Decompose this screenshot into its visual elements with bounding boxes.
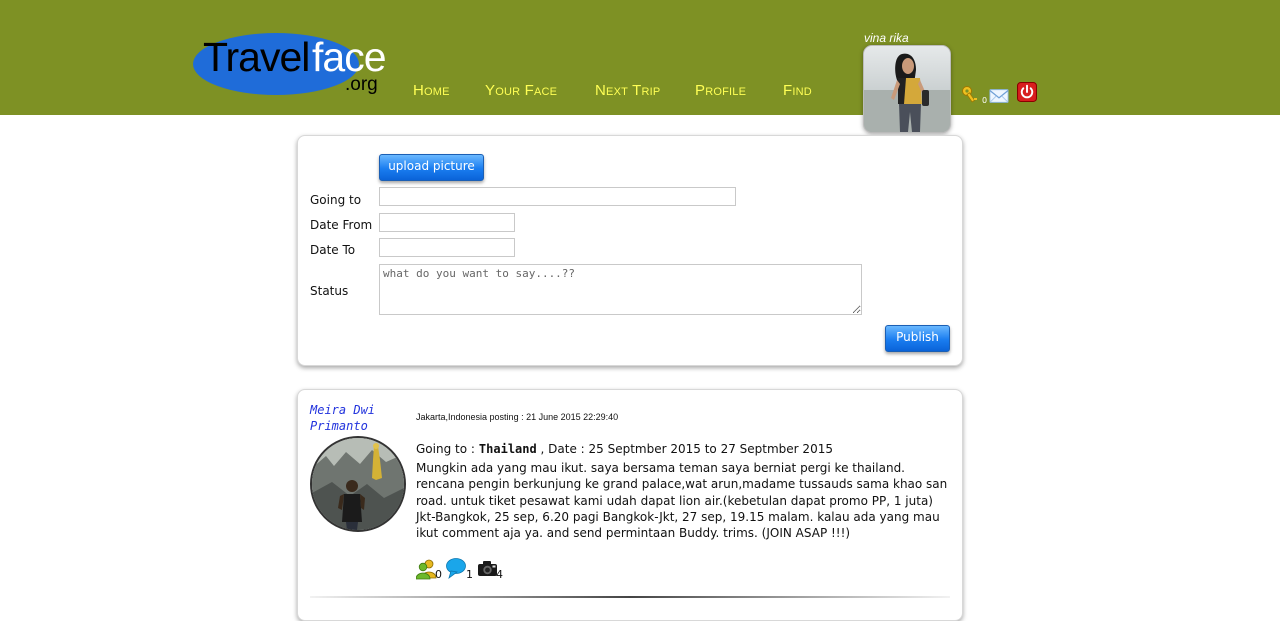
comments-count: 1	[466, 568, 473, 581]
key-count: 0	[982, 96, 988, 105]
nav-find[interactable]: Find	[783, 82, 812, 99]
photos-count: 4	[496, 568, 503, 581]
date-from-label: Date From	[310, 218, 373, 232]
going-to-input[interactable]	[379, 187, 736, 206]
post-author-name[interactable]: Meira Dwi Primanto	[310, 402, 390, 434]
post-meta: Jakarta,Indonesia posting : 21 June 2015…	[416, 412, 619, 422]
nav-profile[interactable]: Profile	[695, 82, 746, 99]
key-icon[interactable]	[961, 84, 981, 104]
mail-icon[interactable]	[989, 86, 1009, 106]
date-from-input[interactable]	[379, 213, 515, 232]
current-user-avatar[interactable]	[863, 45, 951, 133]
status-textarea[interactable]	[379, 264, 862, 315]
status-label: Status	[310, 284, 349, 298]
upload-picture-button[interactable]: upload picture	[379, 154, 484, 181]
nav-your-face[interactable]: Your Face	[485, 82, 557, 99]
logo-text-travel: Travel	[203, 34, 310, 80]
nav-home[interactable]: Home	[413, 82, 450, 99]
site-header: Travel face .org Home Your Face Next Tri…	[0, 0, 1280, 133]
going-to-label: Going to	[310, 193, 362, 207]
avatar-photo	[864, 46, 950, 132]
date-to-label: Date To	[310, 243, 356, 257]
nav-next-trip[interactable]: Next Trip	[595, 82, 660, 99]
post-trip-line: Going to : Thailand , Date : 25 Septmber …	[416, 442, 833, 456]
comments-stat[interactable]: 1	[446, 558, 474, 582]
post-destination: Thailand	[478, 442, 537, 456]
post-author-avatar[interactable]	[310, 436, 406, 532]
trip-post: Meira Dwi Primanto Jakarta,Indonesia pos…	[297, 389, 963, 621]
post-body: Mungkin ada yang mau ikut. saya bersama …	[416, 461, 948, 541]
going-to-prefix: Going to :	[416, 442, 475, 456]
site-logo[interactable]: Travel face .org	[193, 30, 388, 100]
power-icon[interactable]	[1017, 82, 1037, 102]
post-dates: , Date : 25 Septmber 2015 to 27 Septmber…	[540, 442, 833, 456]
buddies-count: 0	[435, 568, 442, 581]
date-to-input[interactable]	[379, 238, 515, 257]
buddies-stat[interactable]: 0	[416, 558, 446, 582]
logo-text-org: .org	[345, 74, 378, 95]
post-divider	[310, 596, 950, 598]
new-trip-form: upload picture Going to Date From Date T…	[297, 135, 963, 366]
photos-stat[interactable]: 4	[477, 558, 507, 582]
author-photo	[312, 438, 404, 530]
comment-bubble-icon	[446, 558, 466, 580]
publish-button[interactable]: Publish	[885, 325, 950, 352]
current-user-name[interactable]: vina rika	[864, 31, 909, 45]
